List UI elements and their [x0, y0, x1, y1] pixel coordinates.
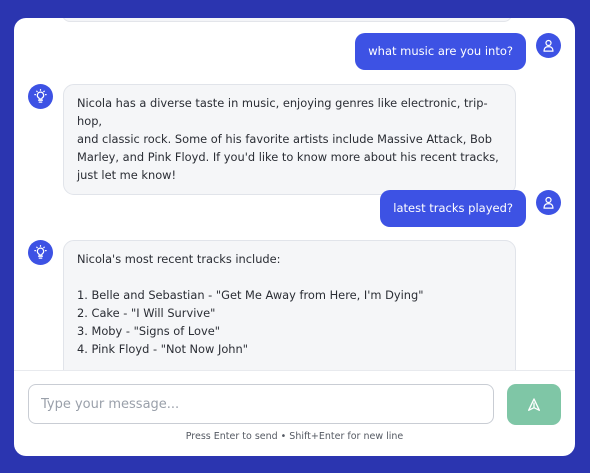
composer-hint: Press Enter to send • Shift+Enter for ne… [185, 431, 404, 442]
message-line: and classic rock. Some of his favorite a… [77, 132, 492, 146]
track-item: 3. Moby - "Signs of Love" [77, 324, 220, 338]
assistant-message: Nicola's most recent tracks include: 1. … [63, 240, 516, 370]
composer-divider [14, 370, 575, 371]
previous-message-edge [62, 18, 512, 22]
message-list[interactable]: what music are you into? Nicola has a di… [14, 18, 575, 370]
message-line: just let me know! [77, 168, 177, 182]
user-icon [536, 190, 561, 215]
message-line: Marley, and Pink Floyd. If you'd like to… [77, 150, 499, 164]
user-icon [536, 33, 561, 58]
user-message: latest tracks played? [380, 190, 526, 227]
message-input[interactable] [28, 384, 494, 424]
user-message: what music are you into? [355, 33, 526, 70]
message-line: Nicola's most recent tracks include: [77, 252, 281, 266]
track-item: 1. Belle and Sebastian - "Get Me Away fr… [77, 288, 424, 302]
chat-window: what music are you into? Nicola has a di… [14, 18, 575, 456]
track-item: 4. Pink Floyd - "Not Now John" [77, 342, 248, 356]
send-icon [526, 397, 542, 413]
assistant-message: Nicola has a diverse taste in music, enj… [63, 84, 516, 195]
lightbulb-icon [28, 240, 53, 265]
track-item: 2. Cake - "I Will Survive" [77, 306, 216, 320]
message-line: Nicola has a diverse taste in music, enj… [77, 96, 488, 128]
send-button[interactable] [507, 384, 561, 425]
lightbulb-icon [28, 84, 53, 109]
